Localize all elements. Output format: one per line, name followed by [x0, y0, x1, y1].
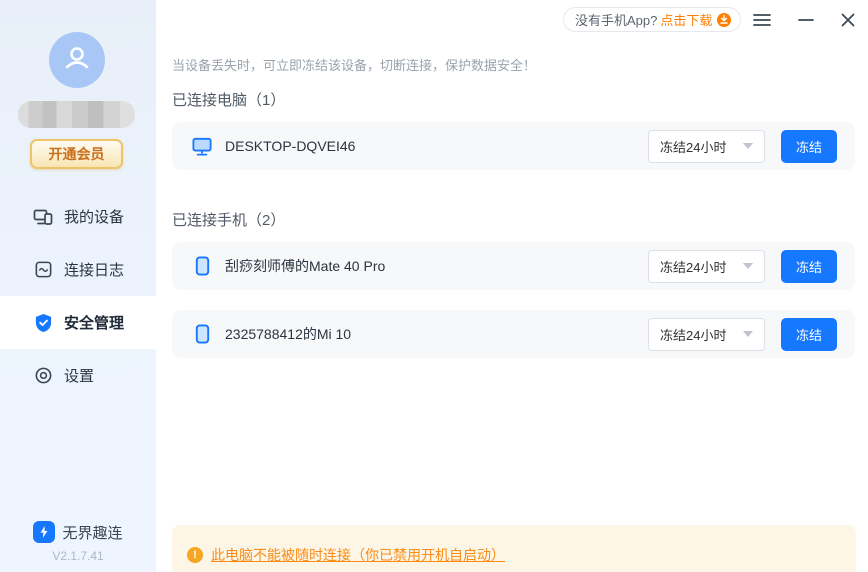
sidebar-menu: 我的设备 连接日志 安全管理 设置 [0, 190, 156, 402]
lightning-icon [33, 521, 56, 543]
chevron-down-icon [743, 263, 753, 269]
app-window: 开通会员 我的设备 连接日志 安全管理 设置 无界趣连 V2.1.7.41 没有… [0, 0, 868, 572]
freeze-duration-value: 冻结24小时 [660, 139, 727, 155]
download-icon [717, 12, 732, 27]
device-row-computer: DESKTOP-DQVEI46 冻结24小时 冻结 [172, 122, 855, 170]
shield-check-icon [33, 313, 53, 333]
sidebar-item-my-devices[interactable]: 我的设备 [0, 190, 156, 243]
close-button[interactable] [836, 8, 860, 32]
person-icon [60, 41, 94, 80]
sidebar: 开通会员 我的设备 连接日志 安全管理 设置 无界趣连 V2.1.7.41 [0, 0, 156, 572]
freeze-duration-value: 冻结24小时 [660, 259, 727, 275]
download-pill-prefix: 没有手机App? [575, 13, 658, 28]
sidebar-item-label: 连接日志 [64, 262, 125, 279]
minimize-button[interactable] [794, 8, 818, 32]
phone-icon [192, 324, 212, 344]
freeze-duration-value: 冻结24小时 [660, 327, 727, 343]
chevron-down-icon [743, 331, 753, 337]
settings-icon [33, 366, 53, 386]
devices-icon [33, 207, 53, 227]
censored-username [18, 101, 135, 128]
app-version: V2.1.7.41 [52, 549, 104, 563]
section-title-phones: 已连接手机（2） [172, 212, 286, 229]
chevron-down-icon [743, 143, 753, 149]
device-row-phone: 2325788412的Mi 10 冻结24小时 冻结 [172, 310, 855, 358]
log-icon [33, 260, 53, 280]
hamburger-menu-button[interactable] [750, 8, 774, 32]
avatar[interactable] [49, 32, 105, 88]
download-app-pill[interactable]: 没有手机App? 点击下载 [563, 7, 742, 32]
freeze-button[interactable]: 冻结 [781, 129, 837, 163]
freeze-duration-select[interactable]: 冻结24小时 [648, 129, 765, 163]
section-title-computers: 已连接电脑（1） [172, 92, 286, 109]
security-tip-text: 当设备丢失时，可立即冻结该设备，切断连接，保护数据安全！ [172, 58, 537, 73]
sidebar-item-connection-log[interactable]: 连接日志 [0, 243, 156, 296]
device-name: 2325788412的Mi 10 [225, 326, 352, 342]
exclamation-icon: ! [187, 547, 203, 563]
sidebar-item-label: 我的设备 [64, 209, 125, 226]
freeze-button[interactable]: 冻结 [781, 249, 837, 283]
device-row-phone: 刮痧刻师傅的Mate 40 Pro 冻结24小时 冻结 [172, 242, 855, 290]
freeze-button[interactable]: 冻结 [781, 317, 837, 351]
autostart-warning-bar: ! 此电脑不能被随时连接（你已禁用开机自启动） [172, 525, 856, 572]
monitor-icon [192, 136, 212, 156]
sidebar-item-label: 设置 [64, 368, 95, 385]
sidebar-item-label: 安全管理 [64, 315, 125, 332]
freeze-duration-select[interactable]: 冻结24小时 [648, 249, 765, 283]
download-pill-action: 点击下载 [660, 13, 713, 28]
device-name: DESKTOP-DQVEI46 [225, 138, 356, 154]
app-name: 无界趣连 [62, 524, 123, 542]
sidebar-item-settings[interactable]: 设置 [0, 349, 156, 402]
autostart-warning-link[interactable]: 此电脑不能被随时连接（你已禁用开机自启动） [211, 545, 505, 565]
phone-icon [192, 256, 212, 276]
brand-block: 无界趣连 V2.1.7.41 [0, 521, 156, 563]
sidebar-item-security[interactable]: 安全管理 [0, 296, 156, 349]
vip-upgrade-button[interactable]: 开通会员 [30, 139, 123, 169]
device-name: 刮痧刻师傅的Mate 40 Pro [225, 258, 386, 274]
freeze-duration-select[interactable]: 冻结24小时 [648, 317, 765, 351]
